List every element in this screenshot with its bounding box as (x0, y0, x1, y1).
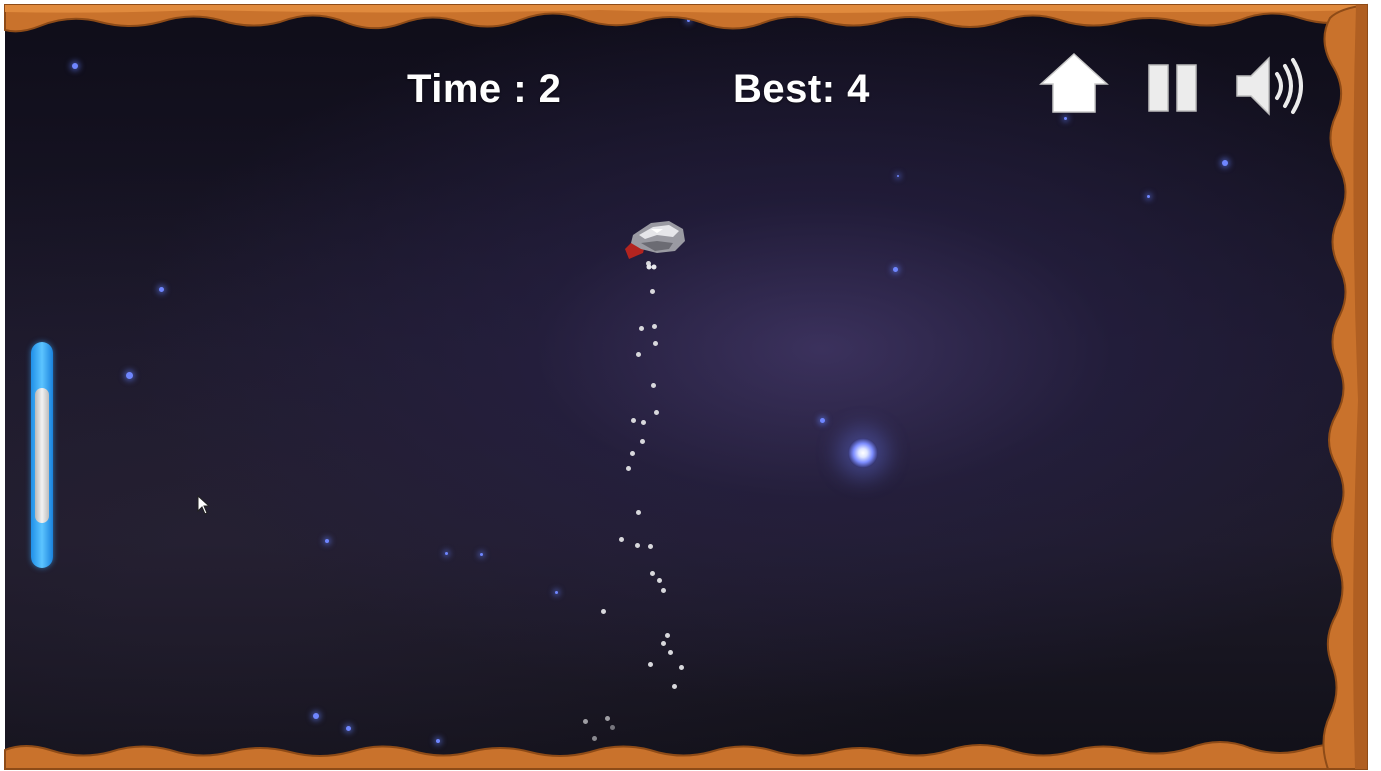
speaker-icon (1236, 56, 1303, 116)
trail-particle (601, 609, 606, 614)
trail-particle (665, 633, 670, 638)
mouse-cursor-icon (197, 494, 211, 520)
home-icon (1039, 52, 1109, 113)
particle-trail (5, 5, 1367, 769)
trail-particle (635, 753, 640, 758)
trail-particle (661, 641, 666, 646)
trail-particle (653, 341, 658, 346)
trail-particle (583, 719, 588, 724)
trail-particle (636, 352, 641, 357)
trail-particle (631, 418, 636, 423)
trail-particle (641, 420, 646, 425)
energy-bar (31, 342, 53, 568)
trail-particle (605, 716, 610, 721)
trail-particle (651, 383, 656, 388)
trail-particle (635, 543, 640, 548)
trail-particle (668, 650, 673, 655)
trail-particle (619, 537, 624, 542)
trail-particle (610, 725, 615, 730)
game-canvas[interactable]: Time : 2 Best: 4 (5, 5, 1367, 769)
trail-particle (630, 451, 635, 456)
trail-particle (650, 571, 655, 576)
trail-particle (592, 736, 597, 741)
trail-particle (661, 588, 666, 593)
best-score-label: Best: 4 (733, 67, 870, 111)
trail-particle (672, 684, 677, 689)
trail-particle (640, 439, 645, 444)
trail-particle (639, 326, 644, 331)
trail-particle (654, 410, 659, 415)
energy-bar-fill (35, 388, 49, 523)
trail-particle (648, 662, 653, 667)
pause-button[interactable] (1147, 63, 1199, 113)
player-asteroid (617, 213, 693, 273)
time-label: Time : 2 (407, 67, 562, 111)
trail-particle (648, 544, 653, 549)
sound-button[interactable] (1235, 52, 1305, 120)
trail-particle (679, 665, 684, 670)
trail-particle (650, 289, 655, 294)
pause-icon (1148, 64, 1197, 112)
trail-particle (636, 510, 641, 515)
trail-particle (626, 466, 631, 471)
trail-particle (652, 324, 657, 329)
trail-particle (657, 578, 662, 583)
home-button[interactable] (1039, 52, 1109, 114)
